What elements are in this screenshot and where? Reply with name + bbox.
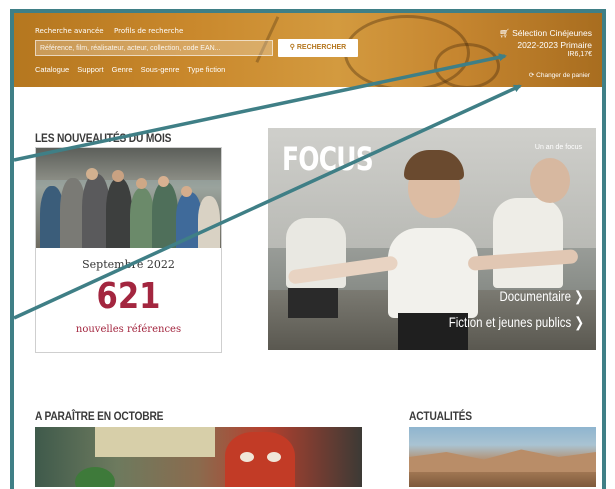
arrow-to-basket: [13, 53, 507, 162]
arrow-to-change-basket: [13, 84, 522, 320]
annotation-arrows: [13, 53, 522, 320]
